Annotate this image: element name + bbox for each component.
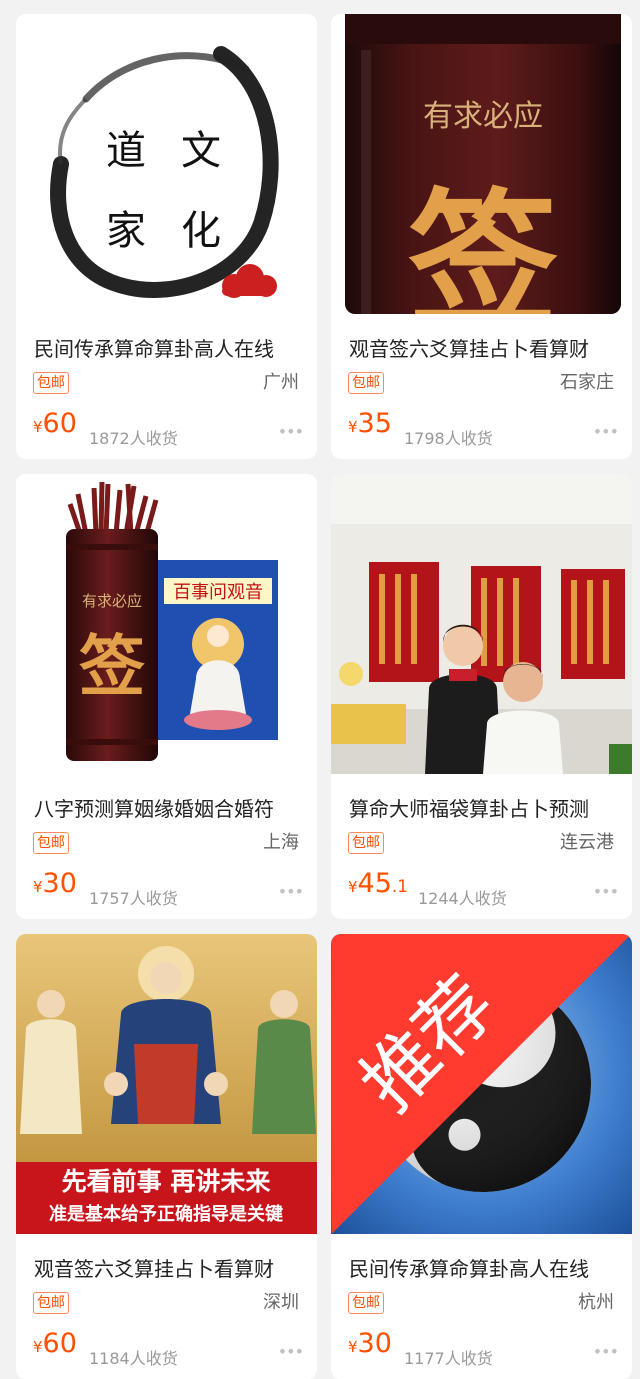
sales-count: 1244人收货 <box>418 889 507 908</box>
price-value: 60 <box>42 1328 77 1359</box>
product-title[interactable]: 民间传承算命算卦高人在线 <box>349 1254 624 1284</box>
logo-char: 化 <box>181 208 221 254</box>
currency-symbol: ¥ <box>33 418 43 436</box>
currency-symbol: ¥ <box>348 1338 358 1356</box>
product-title[interactable]: 观音签六爻算挂占卜看算财 <box>34 1254 309 1284</box>
sales-count: 1798人收货 <box>404 429 493 448</box>
free-shipping-badge: 包邮 <box>33 1292 69 1314</box>
product-image[interactable]: 推荐 <box>331 934 632 1234</box>
product-image[interactable]: 有求必应 签 <box>331 14 632 314</box>
logo-char: 文 <box>181 128 221 174</box>
product-image[interactable]: 有求必应 签 百事问观音 <box>16 474 317 774</box>
sales-count: 1177人收货 <box>404 1349 493 1368</box>
more-dots-icon[interactable]: ••• <box>593 882 619 901</box>
seller-location: 上海 <box>263 832 299 853</box>
product-grid: 道 家 文 化 民间传承算命算卦高人在线 包邮 广州 ¥60 1872人收货 •… <box>0 0 640 1379</box>
product-card[interactable]: 有求必应 签 观音签六爻算挂占卜看算财 包邮 石家庄 ¥35 1798人收货 •… <box>331 14 632 459</box>
recommend-corner-tag: 推荐 <box>331 934 632 1234</box>
price-decimal: .1 <box>391 877 409 897</box>
free-shipping-badge: 包邮 <box>348 832 384 854</box>
price: ¥30 <box>33 868 77 899</box>
product-title[interactable]: 算命大师福袋算卦占卜预测 <box>349 794 624 824</box>
fortune-teller-photo <box>331 474 632 774</box>
product-title[interactable]: 观音签六爻算挂占卜看算财 <box>349 334 624 364</box>
price: ¥60 <box>33 1328 77 1359</box>
more-dots-icon[interactable]: ••• <box>593 422 619 441</box>
price: ¥30 <box>348 1328 392 1359</box>
image-subline: 准是基本给予正确指导是关键 <box>49 1203 283 1225</box>
fortune-stick-tube-image: 有求必应 签 <box>331 14 632 314</box>
product-card[interactable]: 先看前事 再讲未来 准是基本给予正确指导是关键 观音签六爻算挂占卜看算财 包邮 … <box>16 934 317 1379</box>
product-image[interactable]: 先看前事 再讲未来 准是基本给予正确指导是关键 <box>16 934 317 1234</box>
product-title[interactable]: 民间传承算命算卦高人在线 <box>34 334 309 364</box>
sales-count: 1872人收货 <box>89 429 178 448</box>
seller-location: 杭州 <box>578 1292 614 1313</box>
price-value: 30 <box>357 1328 392 1359</box>
seller-location: 连云港 <box>560 832 614 853</box>
sales-count: 1757人收货 <box>89 889 178 908</box>
price: ¥35 <box>348 408 392 439</box>
currency-symbol: ¥ <box>33 878 43 896</box>
price: ¥60 <box>33 408 77 439</box>
price-value: 35 <box>357 408 392 439</box>
logo-char: 家 <box>106 208 146 254</box>
free-shipping-badge: 包邮 <box>348 372 384 394</box>
tube-text: 有求必应 <box>423 99 543 134</box>
currency-symbol: ¥ <box>33 1338 43 1356</box>
free-shipping-badge: 包邮 <box>33 372 69 394</box>
free-shipping-badge: 包邮 <box>33 832 69 854</box>
product-image[interactable]: 道 家 文 化 <box>16 14 317 314</box>
fortune-sticks-and-book-image: 有求必应 签 百事问观音 <box>16 474 317 774</box>
sales-count: 1184人收货 <box>89 1349 178 1368</box>
product-card[interactable]: 算命大师福袋算卦占卜预测 包邮 连云港 ¥45.1 1244人收货 ••• <box>331 474 632 919</box>
product-title[interactable]: 八字预测算姻缘婚姻合婚符 <box>34 794 309 824</box>
seller-location: 深圳 <box>263 1292 299 1313</box>
logo-char: 道 <box>106 128 146 174</box>
deities-painting: 先看前事 再讲未来 准是基本给予正确指导是关键 <box>16 934 317 1234</box>
price-value: 60 <box>42 408 77 439</box>
price-value: 45 <box>357 868 392 899</box>
free-shipping-badge: 包邮 <box>348 1292 384 1314</box>
product-card[interactable]: 道 家 文 化 民间传承算命算卦高人在线 包邮 广州 ¥60 1872人收货 •… <box>16 14 317 459</box>
product-card[interactable]: 有求必应 签 百事问观音 八字预测算姻缘婚姻合婚符 包邮 上海 ¥30 1757… <box>16 474 317 919</box>
more-dots-icon[interactable]: ••• <box>278 882 304 901</box>
price: ¥45.1 <box>348 868 408 899</box>
tube-text: 有求必应 <box>82 592 142 610</box>
tube-big-char: 签 <box>79 627 145 705</box>
seller-location: 广州 <box>263 372 299 393</box>
tube-big-char: 签 <box>408 174 558 314</box>
book-title: 百事问观音 <box>173 582 263 603</box>
daojia-wenhua-logo: 道 家 文 化 <box>16 14 317 314</box>
product-card[interactable]: 推荐 民间传承算命算卦高人在线 包邮 杭州 ¥30 1177人收货 ••• <box>331 934 632 1379</box>
more-dots-icon[interactable]: ••• <box>593 1342 619 1361</box>
currency-symbol: ¥ <box>348 878 358 896</box>
image-headline: 先看前事 再讲未来 <box>62 1167 272 1196</box>
seller-location: 石家庄 <box>560 372 614 393</box>
more-dots-icon[interactable]: ••• <box>278 422 304 441</box>
product-image[interactable] <box>331 474 632 774</box>
currency-symbol: ¥ <box>348 418 358 436</box>
more-dots-icon[interactable]: ••• <box>278 1342 304 1361</box>
price-value: 30 <box>42 868 77 899</box>
